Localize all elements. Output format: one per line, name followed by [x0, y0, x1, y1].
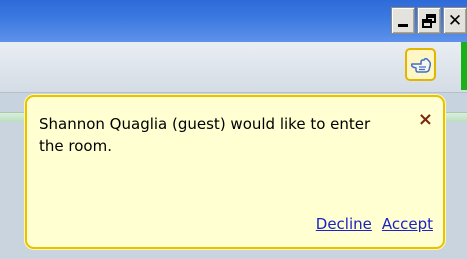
restore-icon: [422, 13, 436, 28]
hand-raise-icon: [410, 57, 431, 73]
decline-link[interactable]: Decline: [316, 215, 372, 233]
entry-request-notification: Shannon Quaglia (guest) would like to en…: [25, 95, 445, 249]
minimize-button[interactable]: [391, 7, 415, 34]
close-window-button[interactable]: ✕: [443, 7, 467, 34]
minimize-icon: [398, 24, 408, 27]
status-strip: [461, 42, 467, 90]
window-titlebar: ✕: [0, 0, 467, 42]
raise-hand-button[interactable]: [405, 48, 436, 81]
notification-message: Shannon Quaglia (guest) would like to en…: [39, 115, 371, 155]
accept-link[interactable]: Accept: [382, 215, 433, 233]
window-controls: ✕: [391, 7, 467, 34]
notification-actions: Decline Accept: [316, 215, 433, 233]
restore-button[interactable]: [417, 7, 441, 34]
toolbar: [0, 42, 467, 93]
close-notification-icon[interactable]: ×: [418, 109, 433, 130]
